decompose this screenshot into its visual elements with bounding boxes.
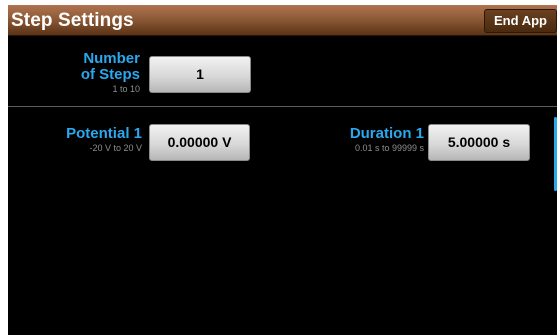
steps-label-line1: Number: [83, 50, 140, 67]
app-screen: Step Settings End App Number of Steps 1 …: [8, 5, 557, 335]
potential-label: Potential 1: [66, 125, 142, 142]
end-app-button[interactable]: End App: [484, 9, 557, 33]
potential-range: -20 V to 20 V: [89, 143, 142, 153]
duration-label-block: Duration 1 0.01 s to 99999 s: [350, 126, 424, 154]
page-title: Step Settings: [11, 10, 134, 31]
steps-range: 1 to 10: [112, 84, 140, 94]
number-of-steps-button[interactable]: 1: [149, 56, 251, 93]
potential-1-button[interactable]: 0.00000 V: [149, 124, 250, 161]
duration-range: 0.01 s to 99999 s: [354, 143, 424, 153]
title-bar: Step Settings End App: [8, 5, 557, 36]
potential-label-block: Potential 1 -20 V to 20 V: [66, 126, 142, 154]
duration-1-button[interactable]: 5.00000 s: [428, 124, 530, 161]
duration-label: Duration 1: [349, 125, 424, 142]
steps-label-block: Number of Steps 1 to 10: [81, 51, 140, 95]
steps-label-line2: of Steps: [80, 66, 140, 83]
section-divider: [8, 106, 557, 107]
